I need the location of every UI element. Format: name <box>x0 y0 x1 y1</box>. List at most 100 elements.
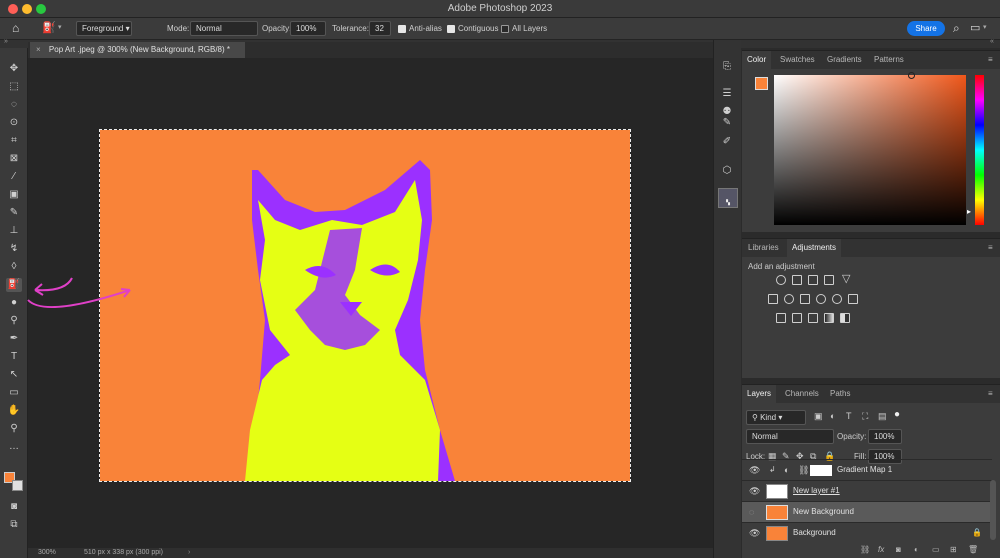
brush-tool-icon[interactable]: ✎ <box>6 206 22 220</box>
photo-filter-icon[interactable] <box>816 294 826 304</box>
layer-row-new-background[interactable]: ◌ New Background <box>742 501 992 522</box>
visibility-eye-icon[interactable]: 👁 <box>749 460 760 480</box>
brightness-contrast-icon[interactable] <box>776 275 786 285</box>
zoom-tool-icon[interactable]: ⚲ <box>6 422 22 436</box>
rectangle-tool-icon[interactable]: ▭ <box>6 386 22 400</box>
close-tab-icon[interactable]: × <box>36 45 41 54</box>
visibility-eye-icon[interactable]: 👁 <box>749 481 760 501</box>
screen-mode-icon[interactable]: ⧉ <box>6 518 22 532</box>
search-icon[interactable]: ⌕ <box>953 21 960 36</box>
all-layers-checkbox[interactable] <box>501 25 509 33</box>
visibility-eye-icon[interactable]: ◌ <box>749 502 754 522</box>
filter-shape-icon[interactable]: ⛶ <box>862 411 868 422</box>
color-lookup-icon[interactable] <box>848 294 858 304</box>
lasso-tool-icon[interactable]: ◌ <box>6 98 22 112</box>
layer-name[interactable]: Gradient Map 1 <box>837 460 892 480</box>
workspace-chevron-icon[interactable]: ▾ <box>983 23 987 31</box>
contiguous-checkbox[interactable] <box>447 25 455 33</box>
mode-dropdown[interactable]: Normal <box>190 21 258 36</box>
add-mask-icon[interactable]: ◙ <box>896 545 901 554</box>
color-panel-menu-icon[interactable]: ≡ <box>988 51 993 69</box>
vibrance-icon[interactable]: ▽ <box>842 272 850 285</box>
minimize-window-button[interactable] <box>22 4 32 14</box>
hue-slider[interactable] <box>975 75 984 225</box>
maximize-window-button[interactable] <box>36 4 46 14</box>
history-brush-tool-icon[interactable]: ↯ <box>6 242 22 256</box>
fill-source-dropdown[interactable]: Foreground ▾ <box>76 21 132 36</box>
type-tool-icon[interactable]: T <box>6 350 22 364</box>
crop-tool-icon[interactable]: ⌗ <box>6 134 22 148</box>
marquee-tool-icon[interactable]: ⬚ <box>6 80 22 94</box>
layer-opacity-field[interactable]: 100% <box>868 429 902 444</box>
paint-bucket-tool-preset-icon[interactable]: ⛽ <box>42 21 56 34</box>
delete-layer-icon[interactable]: 🗑 <box>968 545 978 554</box>
move-tool-icon[interactable]: ✥ <box>6 62 22 76</box>
tab-paths[interactable]: Paths <box>830 385 850 403</box>
filter-toggle-icon[interactable]: ● <box>894 409 900 420</box>
link-layers-icon[interactable]: ⛓ <box>860 545 870 554</box>
healing-brush-tool-icon[interactable]: ▣ <box>6 188 22 202</box>
close-window-button[interactable] <box>8 4 18 14</box>
workspace-icon[interactable]: ▭ <box>970 21 980 34</box>
tab-swatches[interactable]: Swatches <box>780 51 815 69</box>
hand-tool-icon[interactable]: ✋ <box>6 404 22 418</box>
filter-adjustment-icon[interactable]: ◐ <box>830 411 835 421</box>
background-color-swatch[interactable] <box>12 480 23 491</box>
filter-pixel-icon[interactable]: ▣ <box>814 411 823 422</box>
adjustments-menu-icon[interactable]: ≡ <box>988 239 993 257</box>
eyedropper-tool-icon[interactable]: ⁄ <box>6 170 22 184</box>
tab-gradients[interactable]: Gradients <box>827 51 862 69</box>
hue-slider-handle[interactable]: ▸ <box>967 207 971 216</box>
layers-scrollbar[interactable] <box>990 480 996 540</box>
black-white-icon[interactable] <box>800 294 810 304</box>
layer-filter-kind-dropdown[interactable]: ⚲ Kind ▾ <box>746 410 806 425</box>
quick-selection-tool-icon[interactable]: ⊙ <box>6 116 22 130</box>
color-picker-handle[interactable] <box>908 72 915 79</box>
color-foreground-swatch[interactable] <box>755 77 768 90</box>
layer-name[interactable]: New Background <box>793 502 854 522</box>
curves-icon[interactable] <box>808 275 818 285</box>
layer-row-new-layer-1[interactable]: 👁 New layer #1 <box>742 480 992 501</box>
posterize-icon[interactable] <box>792 313 802 323</box>
gradient-map-icon[interactable] <box>824 313 834 323</box>
home-icon[interactable]: ⌂ <box>12 21 19 35</box>
visibility-eye-icon[interactable]: 👁 <box>749 523 760 543</box>
blend-mode-dropdown[interactable]: Normal <box>746 429 834 444</box>
layer-row-gradient-map[interactable]: 👁 ↲ ◐ ⛓ Gradient Map 1 <box>742 459 992 480</box>
collapse-panels-icon[interactable]: « <box>990 38 994 45</box>
antialias-checkbox[interactable] <box>398 25 406 33</box>
collapse-toolbar-icon[interactable]: » <box>4 38 8 45</box>
new-group-icon[interactable]: ▭ <box>932 545 940 554</box>
chevron-down-icon[interactable]: ▾ <box>58 23 62 31</box>
layer-row-background[interactable]: 👁 Background 🔒 <box>742 522 992 543</box>
color-balance-icon[interactable] <box>784 294 794 304</box>
new-adjustment-icon[interactable]: ◐ <box>914 545 919 554</box>
share-button[interactable]: Share <box>907 21 945 36</box>
properties-panel-icon[interactable]: ☰ <box>718 85 736 103</box>
tab-patterns[interactable]: Patterns <box>874 51 904 69</box>
layer-name[interactable]: Background <box>793 523 836 543</box>
clone-stamp-tool-icon[interactable]: ⊥ <box>6 224 22 238</box>
filter-type-icon[interactable]: T <box>846 411 852 421</box>
tab-layers[interactable]: Layers <box>742 385 777 403</box>
brush-settings-icon[interactable]: ✐ <box>718 133 736 151</box>
new-layer-icon[interactable]: ⊞ <box>950 545 957 554</box>
3d-panel-icon[interactable]: ⬡ <box>718 162 736 180</box>
opacity-field[interactable]: 100% <box>290 21 326 36</box>
fx-icon[interactable]: fx <box>878 545 884 554</box>
document-canvas[interactable] <box>99 129 631 482</box>
invert-icon[interactable] <box>776 313 786 323</box>
color-picker-field[interactable] <box>774 72 966 225</box>
layers-menu-icon[interactable]: ≡ <box>988 385 993 403</box>
brush-panel-icon[interactable]: ✎ <box>718 114 736 132</box>
selective-color-icon[interactable] <box>840 313 850 323</box>
document-tab[interactable]: × Pop Art .jpeg @ 300% (New Background, … <box>30 42 245 58</box>
threshold-icon[interactable] <box>808 313 818 323</box>
status-chevron-icon[interactable]: › <box>188 548 190 558</box>
exposure-icon[interactable] <box>824 275 834 285</box>
history-panel-icon[interactable]: ⎘ <box>718 58 736 76</box>
tab-adjustments[interactable]: Adjustments <box>787 239 842 257</box>
filter-smart-object-icon[interactable]: ▤ <box>878 411 887 422</box>
plugin-icon[interactable]: ▚ <box>718 188 738 208</box>
levels-icon[interactable] <box>792 275 802 285</box>
